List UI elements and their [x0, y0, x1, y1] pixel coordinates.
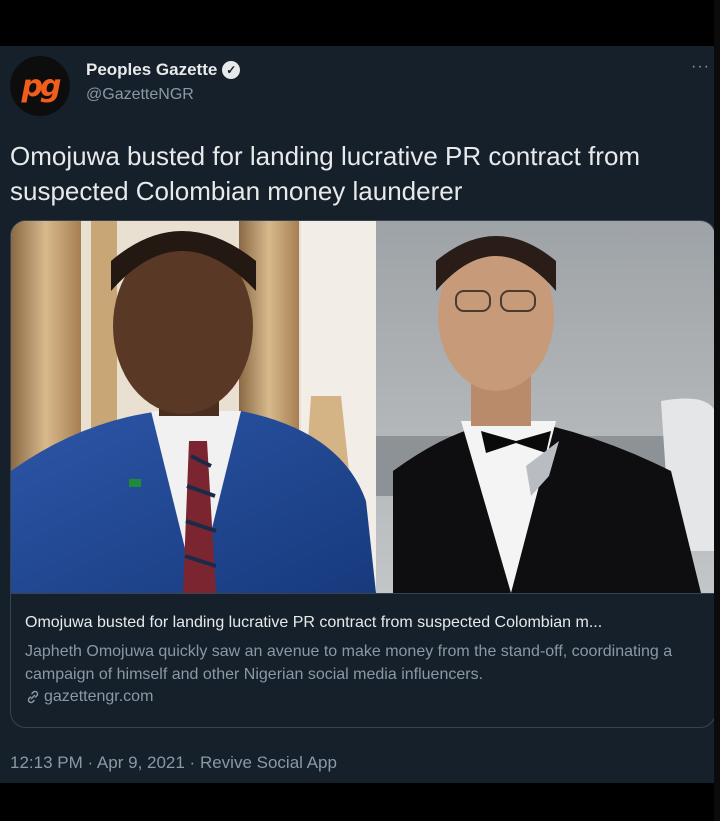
author-handle[interactable]: @GazetteNGR: [86, 86, 194, 104]
link-card-meta: Omojuwa busted for landing lucrative PR …: [11, 593, 715, 727]
avatar-logo: pg: [21, 68, 62, 104]
bottom-black-bar: [0, 783, 720, 821]
verified-badge-icon: ✓: [222, 61, 241, 79]
link-card-title[interactable]: Omojuwa busted for landing lucrative PR …: [25, 614, 705, 632]
author-avatar[interactable]: pg: [10, 56, 70, 116]
link-card-description: Japheth Omojuwa quickly saw an avenue to…: [25, 643, 673, 683]
right-edge-strip: [714, 0, 720, 821]
link-card[interactable]: Omojuwa busted for landing lucrative PR …: [10, 220, 716, 728]
link-card-image: [11, 221, 715, 593]
more-horizontal-icon[interactable]: ···: [691, 58, 710, 76]
tweet: pg Peoples Gazette ✓ @GazetteNGR ··· Omo…: [0, 46, 716, 783]
author-display-name[interactable]: Peoples Gazette: [86, 60, 217, 80]
author-name-row: Peoples Gazette ✓: [86, 60, 241, 80]
tweet-timestamp[interactable]: 12:13 PM · Apr 9, 2021 · Revive Social A…: [10, 753, 337, 773]
link-icon: [27, 690, 39, 704]
top-black-bar: [0, 0, 720, 46]
link-card-domain[interactable]: gazettengr.com: [44, 688, 153, 706]
tweet-text: Omojuwa busted for landing lucrative PR …: [10, 141, 641, 206]
link-card-domain-row: gazettengr.com: [25, 688, 153, 706]
